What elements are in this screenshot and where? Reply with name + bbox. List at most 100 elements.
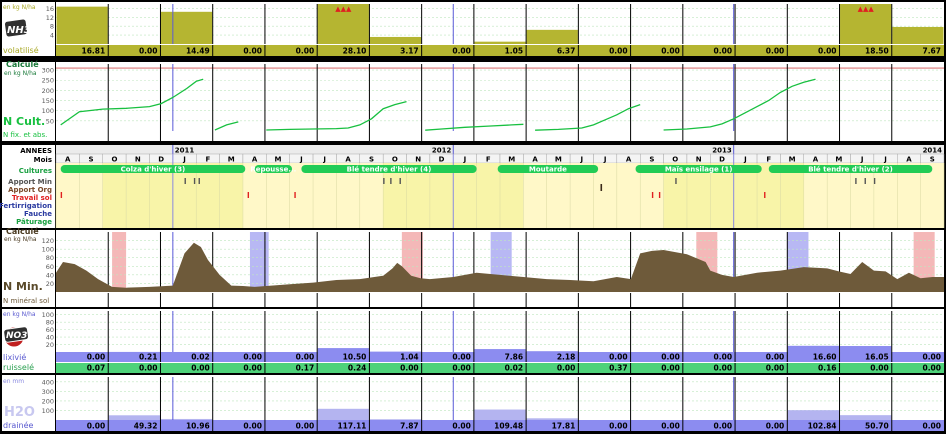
- month-label: J: [463, 156, 467, 164]
- no3-ytick-label: 100: [42, 311, 54, 319]
- nmin-ytick-label: 40: [46, 271, 54, 279]
- ruissele-value-label: 0.37: [609, 364, 628, 373]
- h2o-unit-label: en mm: [3, 378, 24, 385]
- nh3-value-label: 0.00: [818, 47, 837, 56]
- h2o-ytick-label: 400: [42, 378, 54, 386]
- nh3-value-label: 14.49: [186, 47, 210, 56]
- month-label: S: [369, 156, 374, 164]
- month-label: N: [696, 156, 702, 164]
- drainee-value-label: 117.11: [337, 422, 366, 431]
- nh3-badge-icon: NH3: [3, 18, 31, 38]
- nh3-value-label: 1.05: [505, 47, 524, 56]
- nh3-value-label: 0.00: [766, 47, 785, 56]
- drainee-value-label: 0.00: [609, 422, 628, 431]
- month-label: A: [252, 156, 258, 164]
- travail-sol-marker: [294, 192, 296, 198]
- nh3-badge-text: NH3: [7, 25, 31, 36]
- ruissele-value-label: 0.16: [818, 364, 837, 373]
- month-label: A: [65, 156, 71, 164]
- month-label: M: [789, 156, 796, 164]
- nh3-unit-label: en kg N/ha: [3, 4, 36, 11]
- ncult-ytick-label: 200: [42, 87, 54, 95]
- lixivie-value-label: 16.60: [813, 353, 837, 362]
- ruissele-value-label: 0.00: [870, 364, 889, 373]
- month-label: S: [649, 156, 654, 164]
- h2o-bar: [160, 418, 213, 420]
- drainee-value-label: 102.84: [808, 422, 837, 431]
- ruissele-value-label: 0.00: [557, 364, 576, 373]
- lixivie-value-label: 0.00: [714, 353, 733, 362]
- crop-label: Blé tendre d'hiver (4): [347, 166, 432, 174]
- apport-min-marker: [399, 178, 401, 184]
- travail-sol-marker: [658, 192, 661, 198]
- nh3-value-label: 0.00: [296, 47, 315, 56]
- ruissele-value-label: 0.00: [661, 364, 680, 373]
- month-label: S: [89, 156, 94, 164]
- nh3-ytick-label: 4: [50, 32, 54, 40]
- ncult-ytick-label: 100: [42, 107, 54, 115]
- month-column: [593, 163, 617, 228]
- ruissele-value-label: 0.00: [922, 364, 941, 373]
- h2o-bar: [526, 418, 578, 420]
- travail-sol-label: Travail sol: [12, 194, 52, 202]
- month-label: A: [345, 156, 351, 164]
- month-label: O: [672, 156, 678, 164]
- nmin-ytick-label: 80: [46, 254, 54, 262]
- apport-min-marker: [193, 178, 196, 184]
- month-column: [476, 163, 500, 228]
- drainee-value-label: 7.87: [400, 422, 419, 431]
- h2o-bar: [317, 408, 369, 420]
- ncult-ytick-label: 150: [42, 97, 54, 105]
- lixivie-label: lixivié: [3, 352, 26, 362]
- nh3-bar: [160, 11, 213, 45]
- month-label: M: [228, 156, 235, 164]
- year-label: 2013: [712, 147, 732, 155]
- month-label: F: [766, 156, 771, 164]
- drainee-value-label: 0.00: [452, 422, 471, 431]
- n-min-label: N Min.: [3, 280, 43, 293]
- month-label: J: [883, 156, 887, 164]
- nh3-value-label: 18.50: [865, 47, 889, 56]
- month-label: J: [603, 156, 607, 164]
- ruissele-value-label: 0.00: [714, 364, 733, 373]
- year-label: 2011: [175, 147, 195, 155]
- nh3-ytick-label: 12: [46, 14, 54, 22]
- nh3-ytick-label: 16: [46, 5, 54, 13]
- no3-badge-text: NO3: [6, 331, 27, 341]
- lixivie-value-label: 0.02: [191, 353, 210, 362]
- month-label: M: [555, 156, 562, 164]
- nh3-value-label: 0.00: [452, 47, 471, 56]
- nmin-season-band: [112, 232, 127, 292]
- month-label: J: [860, 156, 864, 164]
- travail-sol-marker: [764, 192, 766, 198]
- month-label: M: [275, 156, 282, 164]
- crop-label: Maïs ensilage (1): [665, 166, 733, 174]
- month-label: O: [111, 156, 117, 164]
- drainee-value-label: 50.70: [865, 422, 889, 431]
- ruissele-value-label: 0.07: [87, 364, 106, 373]
- nmin-ytick-label: 20: [46, 280, 54, 288]
- h2o-ytick-label: 200: [42, 397, 54, 405]
- ruissele-value-label: 0.00: [139, 364, 158, 373]
- month-label: N: [135, 156, 141, 164]
- month-label: F: [205, 156, 210, 164]
- apport-min-marker: [675, 178, 677, 184]
- nmin-ytick-label: 60: [46, 263, 54, 271]
- nh3-bar: [526, 29, 578, 44]
- drainee-value-label: 0.00: [87, 422, 106, 431]
- no3-unit-label: en kg N/ha: [3, 311, 36, 318]
- ruissele-value-label: 0.00: [452, 364, 471, 373]
- h2o-bar: [108, 415, 160, 420]
- month-label: D: [719, 156, 725, 164]
- nh3-value-label: 28.10: [343, 47, 367, 56]
- ruissele-label: ruisselé: [3, 362, 34, 372]
- drainee-value-label: 49.32: [134, 422, 158, 431]
- apport-min-marker: [873, 178, 876, 184]
- h2o-ytick-label: 300: [42, 388, 54, 396]
- lixivie-value-label: 0.00: [922, 353, 941, 362]
- nmin-unit-label: en kg N/ha: [4, 236, 37, 243]
- ncult-unit-label: en kg N/ha: [4, 70, 37, 77]
- year-label: 2012: [432, 147, 452, 155]
- no3-ytick-label: 40: [46, 334, 54, 342]
- ruissele-value-label: 0.17: [296, 364, 315, 373]
